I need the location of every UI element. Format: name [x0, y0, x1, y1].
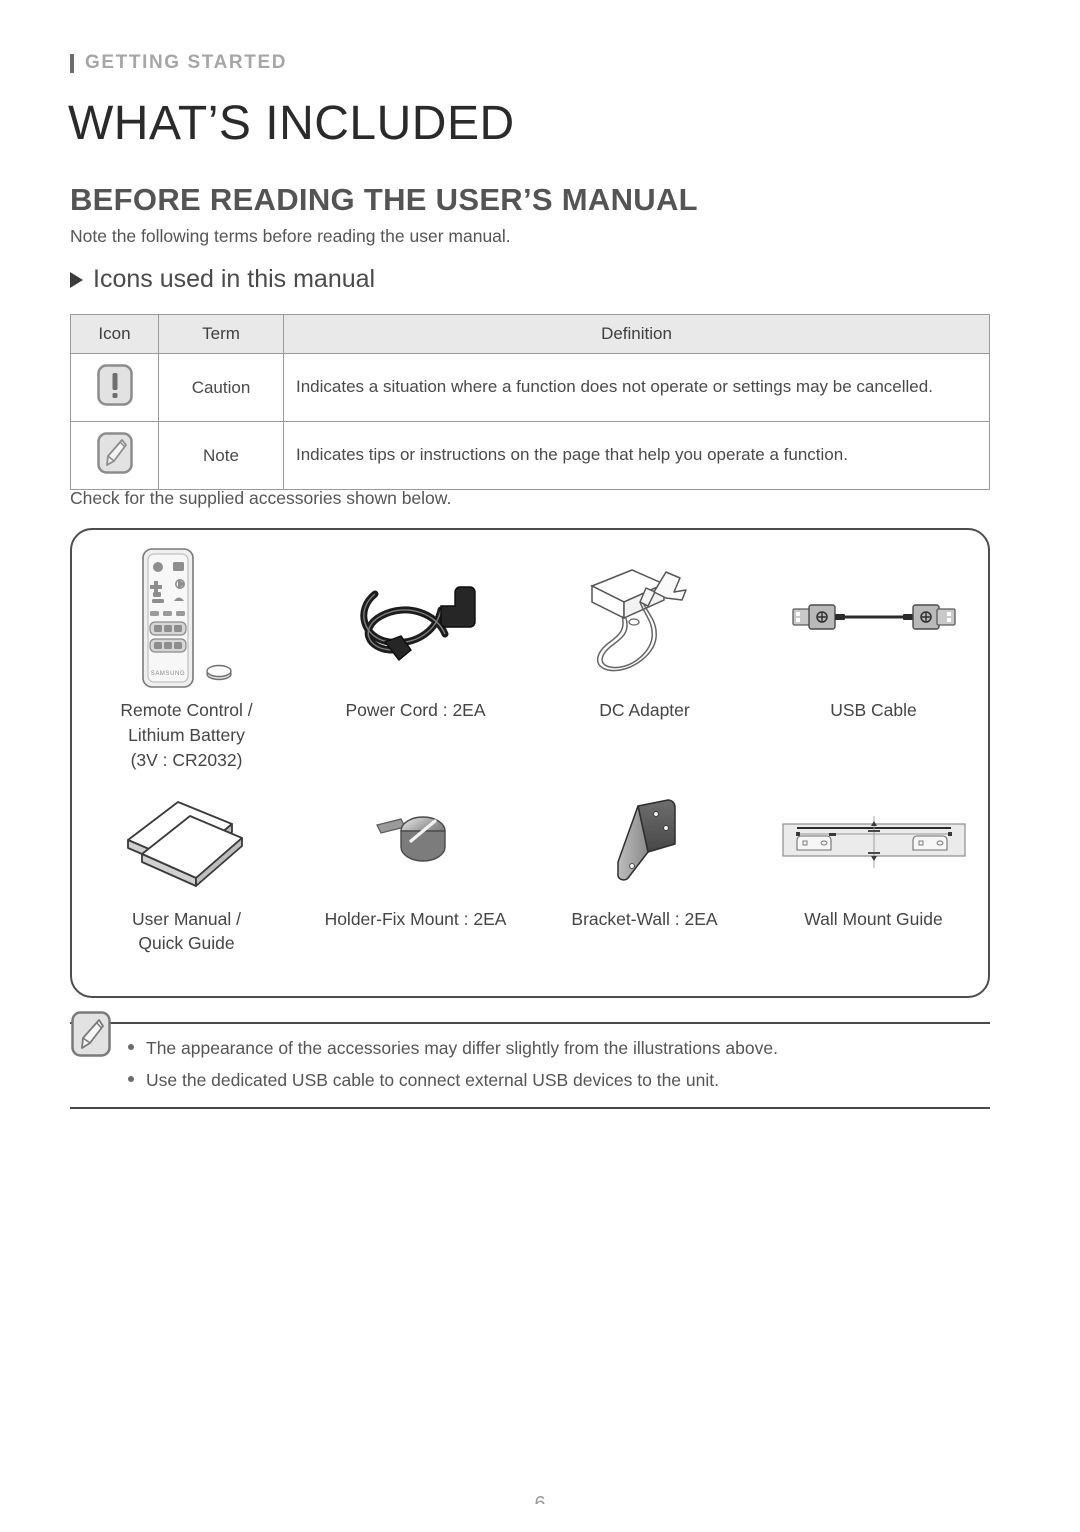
usb-cable-illustration [759, 544, 988, 692]
accessory-item-usb-cable: USB Cable [759, 530, 988, 773]
svg-text:SAMSUNG: SAMSUNG [150, 671, 185, 677]
term-caution: Caution [158, 353, 284, 422]
footnote-block: The appearance of the accessories may di… [70, 1011, 990, 1109]
caution-icon [96, 363, 134, 407]
breadcrumb: GETTING STARTED [70, 52, 287, 74]
accessory-item-power-cord: Power Cord : 2EA [301, 530, 530, 773]
breadcrumb-bar-icon [70, 53, 74, 73]
accessories-intro-text: Check for the supplied accessories shown… [70, 488, 452, 508]
page-title: WHAT’S INCLUDED [68, 97, 515, 150]
table-header-row: Icon Term Definition [70, 314, 990, 354]
definition-caution: Indicates a situation where a function d… [283, 353, 990, 422]
table-row: Caution Indicates a situation where a fu… [70, 353, 990, 422]
column-header-icon: Icon [70, 314, 159, 354]
term-note: Note [158, 421, 284, 490]
accessory-item-dc-adapter: DC Adapter [530, 530, 759, 773]
accessory-item-user-manual: User Manual / Quick Guide [72, 773, 301, 996]
accessory-caption: User Manual / Quick Guide [132, 908, 241, 954]
accessory-caption: Power Cord : 2EA [345, 700, 486, 720]
note-icon [96, 431, 134, 475]
bracket-wall-illustration [530, 783, 759, 901]
accessory-caption: Bracket-Wall : 2EA [571, 908, 718, 929]
page-number: 6 [534, 1493, 546, 1504]
footnote-bottom-rule [70, 1106, 990, 1109]
accessories-box: SAMSUNG Remote Control / Lithium Battery(… [70, 528, 990, 998]
triangle-bullet-icon [70, 271, 83, 288]
accessory-caption: Holder-Fix Mount : 2EA [324, 908, 507, 929]
column-header-definition: Definition [283, 314, 990, 354]
remote-control-illustration: SAMSUNG [72, 544, 301, 692]
note-icon [70, 1010, 112, 1063]
list-item: Use the dedicated USB cable to connect e… [126, 1064, 778, 1096]
accessory-caption: Wall Mount Guide [804, 908, 943, 929]
column-header-term: Term [158, 314, 284, 354]
accessory-caption: DC Adapter [599, 700, 690, 720]
power-cord-illustration [301, 544, 530, 692]
accessory-item-holder-fix-mount: Holder-Fix Mount : 2EA [301, 773, 530, 996]
subsection-heading-label: Icons used in this manual [93, 265, 376, 293]
accessory-caption: USB Cable [830, 700, 917, 720]
holder-fix-mount-illustration [301, 783, 530, 901]
user-manual-illustration [72, 783, 301, 901]
definition-note: Indicates tips or instructions on the pa… [283, 421, 990, 490]
accessory-caption: Remote Control / Lithium Battery (3V : CR2… [120, 700, 253, 770]
manual-page: GETTING STARTED WHAT’S INCLUDED BEFORE R… [0, 0, 1080, 1532]
note-icon-cell [70, 421, 159, 490]
wall-mount-guide-illustration [759, 783, 988, 901]
table-row: Note Indicates tips or instructions on t… [70, 421, 990, 490]
icon-legend-table: Icon Term Definition Caution Indicates a… [70, 314, 990, 490]
list-item: The appearance of the accessories may di… [126, 1032, 778, 1064]
accessory-item-remote-control: SAMSUNG Remote Control / Lithium Battery(… [72, 530, 301, 773]
caution-icon-cell [70, 353, 159, 422]
dc-adapter-illustration [530, 544, 759, 692]
subsection-heading: Icons used in this manual [70, 265, 375, 294]
section-lead-text: Note the following terms before reading … [70, 226, 511, 246]
accessory-item-wall-mount-guide: Wall Mount Guide [759, 773, 988, 996]
footnote-list: The appearance of the accessories may di… [70, 1032, 778, 1097]
accessory-item-bracket-wall: Bracket-Wall : 2EA [530, 773, 759, 996]
section-title: BEFORE READING THE USER’S MANUAL [70, 182, 698, 217]
breadcrumb-label: GETTING STARTED [85, 52, 288, 73]
